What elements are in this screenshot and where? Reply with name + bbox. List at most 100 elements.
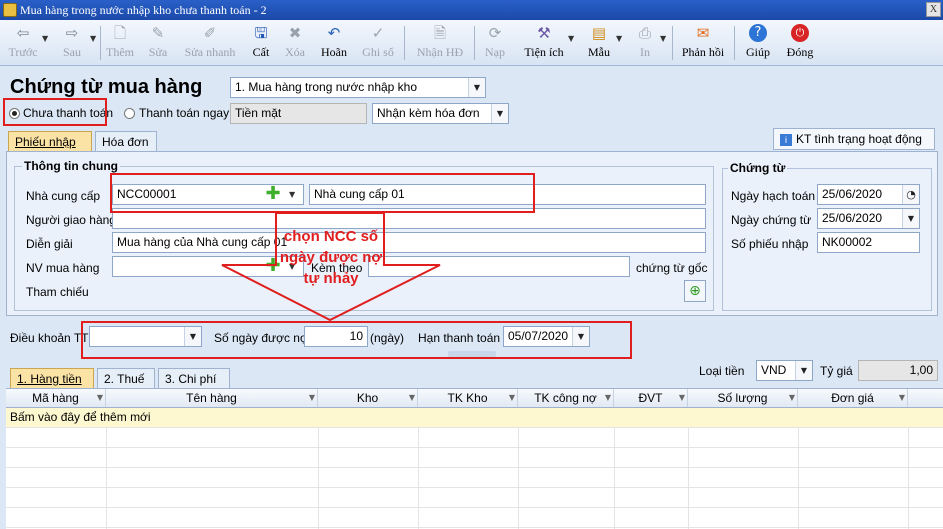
add-new-row[interactable]: Bấm vào đây để thêm mới — [6, 408, 943, 428]
table-row[interactable] — [6, 508, 943, 528]
add-button[interactable]: 🗋 Thêm — [104, 22, 136, 64]
app-icon — [3, 3, 17, 17]
reload-button[interactable]: ⟳ Nạp — [480, 22, 510, 64]
payment-now-label[interactable]: Thanh toán ngay — [139, 106, 229, 120]
check-status-icon: i — [780, 134, 792, 146]
receive-invoice-icon: 🗎 — [433, 24, 447, 42]
column-header[interactable]: TK công nợ ▼ — [518, 389, 614, 407]
description-label: Diễn giải — [26, 237, 73, 251]
general-info-title: Thông tin chung — [22, 159, 120, 173]
voucher-date-field[interactable]: 25/06/2020 ▼ — [817, 208, 920, 229]
arrow-right-icon: ⇨ — [65, 24, 79, 42]
search-add-icon: ⊕ — [689, 283, 701, 299]
print-button[interactable]: ⎙ In — [630, 22, 660, 64]
prev-button[interactable]: ⇦ Trước — [4, 22, 42, 64]
tab-goods-money[interactable]: 1. Hàng tiền — [10, 368, 94, 389]
highlight-terms-box — [81, 321, 632, 359]
grid-body: Bấm vào đây để thêm mới — [6, 408, 943, 529]
column-header[interactable]: Mã hàng ▼ — [6, 389, 106, 407]
voucher-title: Chứng từ — [728, 161, 788, 175]
invoice-option-select[interactable]: Nhận kèm hóa đơn ▼ — [372, 103, 509, 124]
next-dropdown-icon[interactable]: ▼ — [90, 34, 96, 43]
column-header[interactable]: Tên hàng ▼ — [106, 389, 318, 407]
posting-date-label: Ngày hạch toán — [731, 189, 816, 203]
template-icon: ▤ — [591, 24, 607, 42]
close-button[interactable]: ⏻ Đóng — [782, 22, 818, 64]
post-icon: ✓ — [371, 24, 385, 42]
save-icon: 🖫 — [254, 24, 268, 42]
payment-now-radio[interactable] — [124, 108, 135, 119]
reload-icon: ⟳ — [488, 24, 502, 42]
delete-icon: ✖ — [288, 24, 302, 42]
tab-tax[interactable]: 2. Thuế — [97, 368, 155, 389]
voucher-no-field[interactable]: NK00002 — [817, 232, 920, 253]
column-header[interactable]: Đơn giá ▼ — [798, 389, 908, 407]
table-row[interactable] — [6, 488, 943, 508]
prev-dropdown-icon[interactable]: ▼ — [42, 34, 48, 43]
receive-invoice-button[interactable]: 🗎 Nhận HĐ — [412, 22, 468, 64]
edit-button[interactable]: ✎ Sửa — [142, 22, 174, 64]
print-icon: ⎙ — [638, 24, 651, 42]
chevron-down-icon[interactable]: ▼ — [795, 361, 812, 380]
column-header[interactable] — [908, 389, 943, 407]
template-button[interactable]: ▤ Mẫu — [584, 22, 614, 64]
column-header[interactable]: ĐVT ▼ — [614, 389, 688, 407]
tab-cost[interactable]: 3. Chi phí — [158, 368, 230, 389]
undo-button[interactable]: ↶ Hoãn — [316, 22, 352, 64]
arrow-left-icon: ⇦ — [16, 24, 30, 42]
table-row[interactable] — [6, 468, 943, 488]
tab-receipt[interactable]: Phiếu nhập — [8, 131, 92, 152]
help-icon: ? — [749, 24, 767, 42]
chevron-down-icon[interactable]: ▼ — [468, 78, 485, 97]
currency-label: Loại tiền — [699, 364, 745, 378]
column-header[interactable]: TK Kho ▼ — [418, 389, 518, 407]
highlight-supplier-box — [110, 173, 535, 213]
print-dropdown-icon[interactable]: ▼ — [660, 34, 666, 43]
template-dropdown-icon[interactable]: ▼ — [616, 34, 622, 43]
table-row[interactable] — [6, 428, 943, 448]
quick-edit-button[interactable]: ✐ Sửa nhanh — [180, 22, 240, 64]
page-title: Chứng từ mua hàng — [10, 76, 203, 98]
chevron-down-icon[interactable]: ▼ — [491, 104, 508, 123]
deliverer-label: Người giao hàng — [26, 213, 116, 227]
utilities-button[interactable]: ⚒ Tiện ích — [520, 22, 568, 64]
window-close-button[interactable]: X — [926, 2, 941, 17]
buyer-label: NV mua hàng — [26, 261, 100, 275]
reference-label: Tham chiếu — [26, 285, 89, 299]
feedback-button[interactable]: ✉ Phản hồi — [678, 22, 728, 64]
next-button[interactable]: ⇨ Sau — [54, 22, 90, 64]
purchase-type-select[interactable]: 1. Mua hàng trong nước nhập kho ▼ — [230, 77, 486, 98]
original-docs-label: chứng từ gốc — [636, 261, 708, 275]
posting-date-field[interactable]: 25/06/2020 ◔ — [817, 184, 920, 205]
column-header[interactable]: Số lượng ▼ — [688, 389, 798, 407]
help-button[interactable]: ? Giúp — [740, 22, 776, 64]
delete-button[interactable]: ✖ Xóa — [280, 22, 310, 64]
grid-header: Mã hàng ▼ Tên hàng ▼ Kho ▼ TK Kho ▼ TK công … — [6, 388, 943, 408]
clock-icon[interactable]: ◔ — [902, 185, 919, 204]
quick-edit-icon: ✐ — [203, 24, 217, 42]
undo-icon: ↶ — [327, 24, 341, 42]
voucher-date-label: Ngày chứng từ — [731, 213, 812, 227]
rate-field[interactable]: 1,00 — [858, 360, 938, 381]
annotation-text: chọn NCC số ngày được nợ tự nhảy — [279, 228, 383, 287]
window-titlebar: Mua hàng trong nước nhập kho chưa thanh … — [0, 0, 943, 20]
feedback-icon: ✉ — [696, 24, 710, 42]
add-reference-button[interactable]: ⊕ — [684, 280, 706, 302]
utilities-icon: ⚒ — [537, 24, 551, 42]
rate-label: Tỷ giá — [820, 364, 853, 378]
edit-icon: ✎ — [151, 24, 165, 42]
tab-invoice[interactable]: Hóa đơn — [95, 131, 157, 152]
add-document-icon: 🗋 — [113, 24, 127, 42]
payment-method-field[interactable]: Tiền mặt — [230, 103, 367, 124]
post-button[interactable]: ✓ Ghi sổ — [358, 22, 398, 64]
column-header[interactable]: Kho ▼ — [318, 389, 418, 407]
payment-terms-label: Điều khoản TT — [10, 331, 89, 345]
table-row[interactable] — [6, 448, 943, 468]
chevron-down-icon[interactable]: ▼ — [902, 209, 919, 228]
voucher-no-label: Số phiếu nhập — [731, 237, 809, 251]
currency-select[interactable]: VND ▼ — [756, 360, 813, 381]
check-status-button[interactable]: iKT tình trạng hoạt động DN — [773, 128, 935, 166]
close-icon: ⏻ — [791, 24, 809, 42]
save-button[interactable]: 🖫 Cất — [246, 22, 276, 64]
utilities-dropdown-icon[interactable]: ▼ — [568, 34, 574, 43]
